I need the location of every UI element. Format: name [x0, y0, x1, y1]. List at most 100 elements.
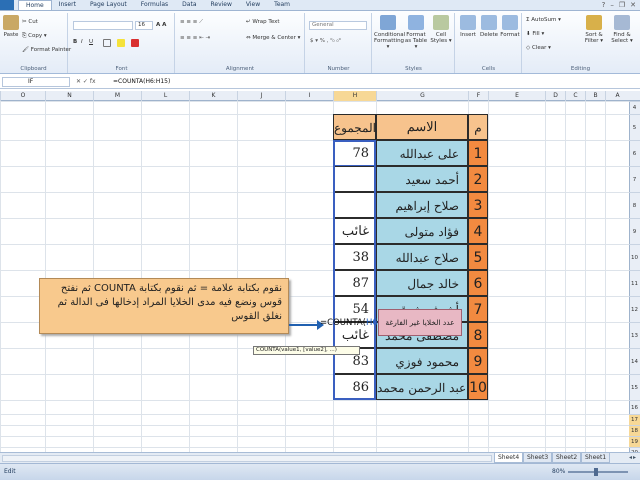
- name-cell[interactable]: صلاح عبدالله: [376, 244, 468, 270]
- column-header-j[interactable]: J: [237, 91, 285, 101]
- wrap-text-button[interactable]: ↵ Wrap Text: [246, 19, 280, 25]
- sheet-tab-3[interactable]: Sheet3: [523, 453, 553, 463]
- name-cell[interactable]: أحمد سعيد: [376, 166, 468, 192]
- name-cell[interactable]: صلاح إبراهيم: [376, 192, 468, 218]
- row-header-19[interactable]: 19: [629, 436, 640, 447]
- column-header-h[interactable]: H: [333, 91, 376, 101]
- align-top-icons[interactable]: ≡ ≡ ≡ ⟋: [180, 19, 203, 26]
- underline-button[interactable]: U: [89, 39, 93, 45]
- tab-page-layout[interactable]: Page Layout: [83, 0, 134, 10]
- column-header-g[interactable]: G: [376, 91, 468, 101]
- find-select-button[interactable]: Find & Select ▾: [609, 15, 635, 44]
- tab-review[interactable]: Review: [204, 0, 239, 10]
- column-header-n[interactable]: N: [45, 91, 93, 101]
- index-cell[interactable]: 9: [468, 348, 488, 374]
- column-header-m[interactable]: M: [93, 91, 141, 101]
- row-header-13[interactable]: 13: [629, 322, 640, 348]
- tab-team[interactable]: Team: [267, 0, 297, 10]
- currency-icons[interactable]: $ ▾ % , ⁰₀ ₀⁰: [310, 38, 341, 44]
- borders-icon[interactable]: [103, 39, 111, 47]
- column-header-d[interactable]: D: [545, 91, 565, 101]
- tab-navigation-icons[interactable]: ◂▸: [629, 454, 637, 461]
- fill-button[interactable]: ⬇ Fill ▾: [526, 31, 544, 37]
- cell-grid[interactable]: المجموع الاسم م 78 على عبدالله 1 أحمد سعيد 2 صلا…: [0, 101, 629, 452]
- row-header-6[interactable]: 6: [629, 140, 640, 166]
- index-cell[interactable]: 7: [468, 296, 488, 322]
- row-header-17[interactable]: 17: [629, 414, 640, 425]
- row-header-11[interactable]: 11: [629, 270, 640, 296]
- font-name-dropdown[interactable]: [73, 21, 133, 30]
- format-painter-button[interactable]: 🖌 Format Painter: [22, 47, 71, 53]
- zoom-slider[interactable]: [568, 471, 628, 473]
- column-header-l[interactable]: L: [141, 91, 189, 101]
- column-header-i[interactable]: I: [285, 91, 333, 101]
- row-header-8[interactable]: 8: [629, 192, 640, 218]
- align-left-icons[interactable]: ≡ ≡ ≡ ⇤ ⇥: [180, 35, 210, 41]
- delete-button[interactable]: Delete: [479, 15, 499, 38]
- merge-center-button[interactable]: ⇔ Merge & Center ▾: [246, 35, 300, 41]
- index-cell[interactable]: 1: [468, 140, 488, 166]
- column-header-o[interactable]: O: [0, 91, 45, 101]
- help-icon[interactable]: ?: [602, 1, 606, 9]
- row-header-9[interactable]: 9: [629, 218, 640, 244]
- clear-button[interactable]: ◇ Clear ▾: [526, 45, 551, 51]
- autosum-button[interactable]: Σ AutoSum ▾: [526, 17, 561, 23]
- minimize-icon[interactable]: –: [610, 1, 614, 9]
- index-cell[interactable]: 4: [468, 218, 488, 244]
- column-header-k[interactable]: K: [189, 91, 237, 101]
- grow-font-icon[interactable]: A A: [156, 22, 166, 28]
- insert-button[interactable]: Insert: [458, 15, 478, 38]
- fx-icon[interactable]: ✕ ✓ fx: [76, 78, 96, 85]
- index-cell[interactable]: 3: [468, 192, 488, 218]
- format-table-button[interactable]: Format as Table ▾: [403, 15, 429, 50]
- tab-data[interactable]: Data: [175, 0, 203, 10]
- bold-button[interactable]: B: [73, 39, 77, 45]
- index-cell[interactable]: 8: [468, 322, 488, 348]
- row-header-7[interactable]: 7: [629, 166, 640, 192]
- name-cell[interactable]: فؤاد متولى: [376, 218, 468, 244]
- fill-color-icon[interactable]: [117, 39, 125, 47]
- column-header-b[interactable]: B: [585, 91, 605, 101]
- tab-home[interactable]: Home: [18, 0, 52, 10]
- column-header-f[interactable]: F: [468, 91, 488, 101]
- header-num-cell[interactable]: م: [468, 114, 488, 140]
- row-header-12[interactable]: 12: [629, 296, 640, 322]
- name-cell[interactable]: محمود فوزي: [376, 348, 468, 374]
- header-total-cell[interactable]: المجموع: [333, 114, 376, 140]
- format-button[interactable]: Format: [500, 15, 520, 38]
- column-header-c[interactable]: C: [565, 91, 585, 101]
- row-header-18[interactable]: 18: [629, 425, 640, 436]
- index-cell[interactable]: 10: [468, 374, 488, 400]
- copy-button[interactable]: ⎘ Copy ▾: [22, 33, 47, 40]
- restore-icon[interactable]: ❐: [619, 1, 625, 9]
- sort-filter-button[interactable]: Sort & Filter ▾: [581, 15, 607, 44]
- column-header-e[interactable]: E: [488, 91, 545, 101]
- sheet-tab-4[interactable]: Sheet4: [494, 453, 524, 463]
- row-header-10[interactable]: 10: [629, 244, 640, 270]
- row-header-5[interactable]: 5: [629, 114, 640, 140]
- worksheet[interactable]: ONMLKJIHGFEDCBA المجموع الاسم م 78 على عبدال…: [0, 91, 640, 452]
- tab-view[interactable]: View: [239, 0, 267, 10]
- header-name-cell[interactable]: الاسم: [376, 114, 468, 140]
- cut-button[interactable]: ✂ Cut: [22, 19, 38, 25]
- number-format-dropdown[interactable]: General: [309, 21, 367, 30]
- index-cell[interactable]: 6: [468, 270, 488, 296]
- row-header-14[interactable]: 14: [629, 348, 640, 374]
- name-cell[interactable]: خالد جمال: [376, 270, 468, 296]
- file-tab[interactable]: [0, 0, 14, 10]
- formula-edit-cell[interactable]: =COUNTA(H6:H15): [320, 316, 401, 330]
- index-cell[interactable]: 2: [468, 166, 488, 192]
- tab-insert[interactable]: Insert: [52, 0, 83, 10]
- zoom-level[interactable]: 80%: [552, 468, 565, 475]
- row-header-15[interactable]: 15: [629, 374, 640, 400]
- sheet-tab-1[interactable]: Sheet1: [581, 453, 611, 463]
- italic-button[interactable]: I: [81, 39, 83, 45]
- conditional-formatting-button[interactable]: Conditional Formatting ▾: [374, 15, 405, 50]
- close-icon[interactable]: ✕: [630, 1, 636, 9]
- font-size-dropdown[interactable]: 16: [135, 21, 153, 30]
- name-cell[interactable]: عبد الرحمن محمد: [376, 374, 468, 400]
- horizontal-scrollbar[interactable]: [2, 455, 492, 462]
- paste-button[interactable]: Paste: [2, 15, 20, 38]
- cell-styles-button[interactable]: Cell Styles ▾: [429, 15, 453, 44]
- zoom-slider-thumb[interactable]: [594, 468, 598, 476]
